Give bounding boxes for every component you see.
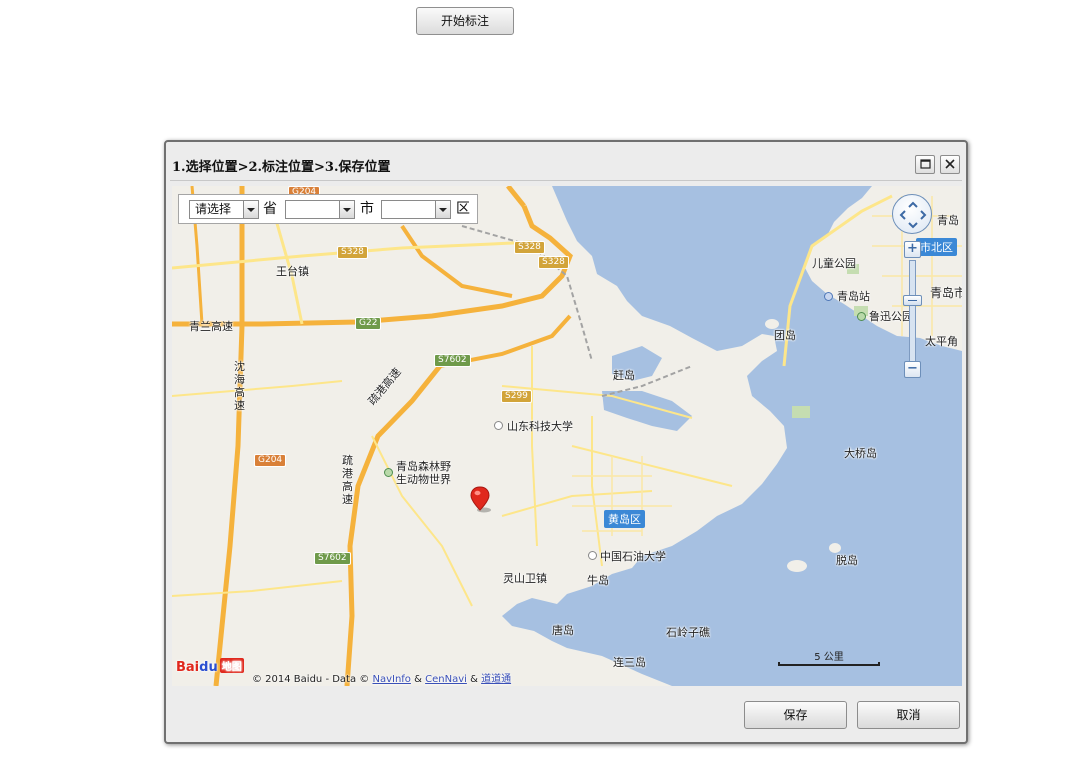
close-button[interactable] <box>940 155 960 174</box>
map-label-qinglan: 青兰高速 <box>189 320 233 333</box>
map-canvas[interactable]: G204 S328 S328 S328 G22 S7602 S299 G204 … <box>172 186 962 686</box>
map-label-shandong-keji: 山东科技大学 <box>507 420 573 433</box>
map-label-tuodao: 脱岛 <box>836 554 858 567</box>
copyright-amp-1: & <box>414 674 422 685</box>
map-label-tangdao: 唐岛 <box>552 624 574 637</box>
baidu-logo[interactable]: Baidu 地图 <box>176 658 244 675</box>
pan-control[interactable] <box>892 194 932 234</box>
road-shield-s7602-north: S7602 <box>434 354 471 367</box>
map-scale-bar: 5 公里 <box>778 648 880 668</box>
map-label-qingdao-city: 青岛市 <box>930 286 962 300</box>
copyright-amp-2: & <box>470 674 478 685</box>
map-label-ertong: 儿童公园 <box>812 257 856 270</box>
logo-text-bai: Bai <box>176 660 200 675</box>
scale-label: 5 公里 <box>814 652 844 663</box>
map-label-tuandao: 团岛 <box>774 329 796 342</box>
zoom-slider-thumb[interactable] <box>903 295 922 306</box>
university-poi-icon <box>494 421 503 430</box>
map-label-qingdaozhan: 青岛站 <box>837 290 870 303</box>
chevron-down-icon <box>435 201 450 218</box>
map-label-shenhai: 沈海高速 <box>234 360 245 412</box>
copyright-prefix: © 2014 Baidu - Data © <box>252 674 370 685</box>
map-label-shugang-south: 疏港高速 <box>342 454 353 506</box>
pan-arrows-icon <box>899 201 927 229</box>
city-unit-label: 市 <box>360 201 374 217</box>
map-copyright: © 2014 Baidu - Data © NavInfo & CenNavi … <box>252 670 511 685</box>
road-shield-g22: G22 <box>355 317 382 330</box>
road-shield-s328-west: S328 <box>337 246 368 259</box>
zoom-slider-track[interactable] <box>909 260 916 364</box>
maximize-icon <box>920 159 931 169</box>
map-label-qingdao: 青岛 <box>937 214 959 227</box>
scale-bar-line <box>778 662 880 666</box>
map-label-wangtai: 王台镇 <box>276 265 309 278</box>
province-select-value: 请选择 <box>195 202 232 216</box>
province-select[interactable]: 请选择 <box>189 200 259 219</box>
chevron-down-icon <box>243 201 258 218</box>
city-select[interactable] <box>285 200 355 219</box>
cancel-button[interactable]: 取消 <box>857 701 960 729</box>
logo-text-du: du <box>199 660 218 675</box>
map-label-zhaodao: 赶岛 <box>613 369 635 382</box>
map-label-shiyou: 中国石油大学 <box>600 550 666 563</box>
copyright-link-cennavi[interactable]: CenNavi <box>425 674 467 685</box>
zoom-in-button[interactable]: + <box>904 241 921 258</box>
map-label-daqiao: 大桥岛 <box>844 447 877 460</box>
map-label-taiping: 太平角 <box>925 335 958 348</box>
map-label-liansan: 连三岛 <box>613 656 646 669</box>
road-shield-s328-east: S328 <box>538 256 569 269</box>
road-shield-s328-mid: S328 <box>514 241 545 254</box>
maximize-button[interactable] <box>915 155 935 174</box>
park-poi-icon <box>857 312 866 321</box>
map-label-niudao: 牛岛 <box>587 574 609 587</box>
copyright-link-navinfo[interactable]: NavInfo <box>372 674 410 685</box>
chevron-down-icon <box>339 201 354 218</box>
map-pin-icon[interactable] <box>470 486 494 514</box>
province-unit-label: 省 <box>263 201 277 217</box>
map-label-lingshan: 灵山卫镇 <box>503 572 547 585</box>
map-label-shiling: 石岭子礁 <box>666 626 710 639</box>
map-label-luxun: 鲁迅公园 <box>869 310 913 323</box>
station-poi-icon <box>824 292 833 301</box>
start-annotation-button[interactable]: 开始标注 <box>416 7 514 35</box>
dialog-title: 1.选择位置>2.标注位置>3.保存位置 <box>172 160 391 175</box>
logo-text-ditu: 地图 <box>219 658 244 673</box>
save-button[interactable]: 保存 <box>744 701 847 729</box>
district-select[interactable] <box>381 200 451 219</box>
road-shield-s299: S299 <box>501 390 532 403</box>
road-shield-g204: G204 <box>254 454 287 467</box>
road-shield-s7602-south: S7602 <box>314 552 351 565</box>
district-unit-label: 区 <box>456 201 470 217</box>
zoom-out-button[interactable]: − <box>904 361 921 378</box>
district-badge-shibei: 市北区 <box>916 238 957 256</box>
close-icon <box>945 159 955 169</box>
annotation-dialog: 1.选择位置>2.标注位置>3.保存位置 G204 S328 S328 S328… <box>164 140 968 744</box>
title-divider <box>170 180 962 181</box>
map-label-senlin-2: 生动物世界 <box>396 473 451 486</box>
region-selector: 请选择 省 市 区 <box>178 194 478 224</box>
university-poi-icon-2 <box>588 551 597 560</box>
zoo-poi-icon <box>384 468 393 477</box>
copyright-link-daodaotong[interactable]: 道道通 <box>481 674 511 685</box>
district-badge-huangdao: 黄岛区 <box>604 510 645 528</box>
